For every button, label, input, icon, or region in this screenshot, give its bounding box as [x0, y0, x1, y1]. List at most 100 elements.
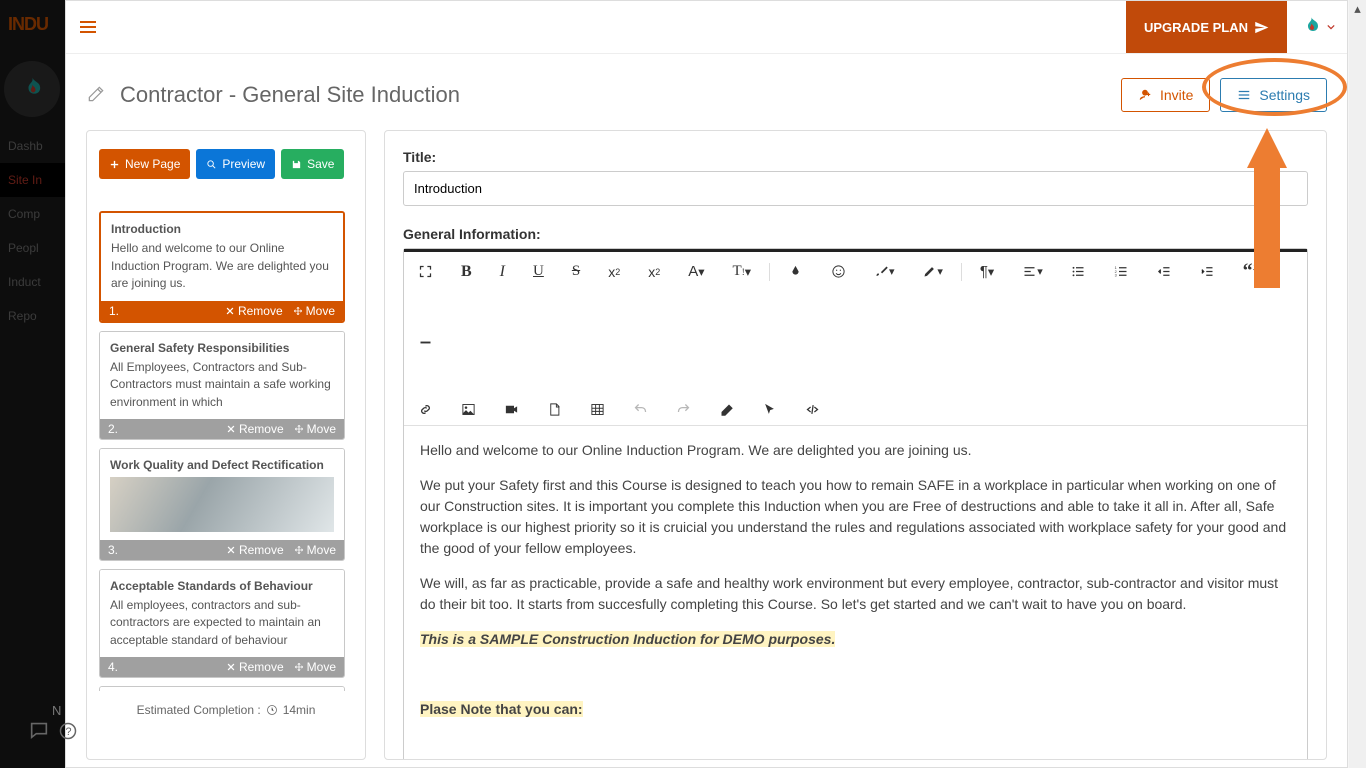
save-icon: [291, 159, 302, 170]
editor-panel: Title: General Information: B I U S x2 x…: [384, 130, 1327, 760]
page-card-title: Work Quality and Defect Rectification: [110, 457, 334, 474]
align-icon[interactable]: ▾: [1022, 264, 1042, 279]
undo-icon[interactable]: [633, 402, 648, 417]
page-card[interactable]: Work Quality and Defect Rectification 3.…: [99, 448, 345, 560]
editor-content[interactable]: Hello and welcome to our Online Inductio…: [404, 426, 1307, 760]
svg-text:3: 3: [1114, 274, 1116, 278]
topbar: UPGRADE PLAN: [66, 1, 1347, 54]
page-card-footer: 3. Remove Move: [100, 540, 344, 560]
chevron-down-icon: [1327, 23, 1335, 31]
subscript-icon[interactable]: x2: [608, 264, 620, 280]
save-button[interactable]: Save: [281, 149, 344, 179]
list-ol-icon[interactable]: 123: [1114, 264, 1129, 279]
general-info-label: General Information:: [403, 226, 1308, 242]
chat-button[interactable]: [28, 719, 50, 744]
close-icon: [226, 424, 236, 434]
pages-list[interactable]: IntroductionHello and welcome to our Onl…: [99, 211, 353, 691]
strikethrough-icon[interactable]: S: [572, 263, 580, 280]
close-icon: [226, 545, 236, 555]
page-card-footer: 2. Remove Move: [100, 419, 344, 439]
content-p3: We will, as far as practicable, provide …: [420, 573, 1291, 615]
italic-icon[interactable]: I: [500, 263, 505, 281]
redo-icon[interactable]: [676, 402, 691, 417]
help-button[interactable]: ?: [58, 721, 78, 744]
superscript-icon[interactable]: x2: [648, 264, 660, 280]
svg-text:?: ?: [66, 726, 72, 738]
page-card-excerpt: All employees, contractors and sub-contr…: [110, 598, 321, 647]
title-label: Title:: [403, 149, 1308, 165]
paragraph-icon[interactable]: ¶ ▾: [980, 263, 994, 280]
cursor-icon[interactable]: [762, 402, 777, 417]
settings-button[interactable]: Settings: [1220, 78, 1327, 112]
close-icon: [225, 306, 235, 316]
table-icon[interactable]: [590, 402, 605, 417]
video-icon[interactable]: [504, 402, 519, 417]
content-p1: Hello and welcome to our Online Inductio…: [420, 440, 1291, 461]
bold-icon[interactable]: B: [461, 263, 472, 281]
page-card-body: Acceptable Standards of BehaviourAll emp…: [100, 570, 344, 658]
hr-icon[interactable]: [418, 335, 433, 350]
upgrade-plan-button[interactable]: UPGRADE PLAN: [1126, 1, 1287, 53]
code-icon[interactable]: [805, 402, 820, 417]
company-menu[interactable]: [1287, 1, 1347, 53]
text-color-icon[interactable]: [788, 264, 803, 279]
remove-page-button[interactable]: Remove: [226, 422, 284, 436]
editor-toolbar: B I U S x2 x2 A ▾ T! ▾ ▾ ▾ ¶ ▾ ▾: [404, 252, 1307, 426]
page-card-thumb: [110, 477, 334, 532]
edit-title-icon[interactable]: [86, 84, 106, 107]
new-page-button[interactable]: New Page: [99, 149, 190, 179]
rich-text-editor: B I U S x2 x2 A ▾ T! ▾ ▾ ▾ ¶ ▾ ▾: [403, 248, 1308, 760]
font-family-icon[interactable]: A ▾: [688, 263, 704, 280]
upgrade-label: UPGRADE PLAN: [1144, 20, 1248, 35]
link-icon[interactable]: [418, 402, 433, 417]
move-page-button[interactable]: Move: [294, 422, 336, 436]
search-icon: [206, 159, 217, 170]
list-ul-icon[interactable]: [1071, 264, 1086, 279]
move-page-button[interactable]: Move: [294, 543, 336, 557]
page-card-body: Work Quality and Defect Rectification: [100, 449, 344, 539]
fullscreen-icon[interactable]: [418, 264, 433, 279]
pen-icon[interactable]: ▾: [922, 264, 942, 279]
page-card-body: General Safety ResponsibilitiesAll Emplo…: [100, 332, 344, 420]
new-page-label: New Page: [125, 157, 180, 171]
menu-toggle-button[interactable]: [80, 18, 96, 36]
file-icon[interactable]: [547, 402, 562, 417]
page-card[interactable]: Acceptable Standards of BehaviourAll emp…: [99, 569, 345, 679]
eraser-icon[interactable]: [719, 402, 734, 417]
page-card-excerpt: All Employees, Contractors and Sub-Contr…: [110, 360, 331, 409]
content-p2: We put your Safety first and this Course…: [420, 475, 1291, 559]
quote-icon[interactable]: “” ▾: [1243, 260, 1271, 283]
page-header: Contractor - General Site Induction Invi…: [66, 54, 1347, 130]
remove-page-button[interactable]: Remove: [225, 304, 283, 318]
invite-button[interactable]: Invite: [1121, 78, 1210, 112]
page-card-footer: 4. Remove Move: [100, 657, 344, 677]
move-page-button[interactable]: Move: [294, 660, 336, 674]
page-card[interactable]: IntroductionHello and welcome to our Onl…: [99, 211, 345, 323]
page-card-number: 2.: [108, 422, 118, 436]
page-card-number: 4.: [108, 660, 118, 674]
estimated-completion: Estimated Completion : 14min: [99, 691, 353, 717]
remove-page-button[interactable]: Remove: [226, 660, 284, 674]
emoji-icon[interactable]: [831, 264, 846, 279]
underline-icon[interactable]: U: [533, 263, 544, 280]
remove-page-button[interactable]: Remove: [226, 543, 284, 557]
invite-label: Invite: [1160, 87, 1193, 103]
move-icon: [294, 424, 304, 434]
content-p4: This is a SAMPLE Construction Induction …: [420, 631, 835, 647]
move-page-button[interactable]: Move: [293, 304, 335, 318]
image-icon[interactable]: [461, 402, 476, 417]
plus-icon: [109, 159, 120, 170]
paper-plane-icon: [1254, 20, 1269, 35]
main-panel: UPGRADE PLAN Contractor - General Site I…: [65, 0, 1348, 768]
page-card-excerpt: Hello and welcome to our Online Inductio…: [111, 241, 329, 290]
outdent-icon[interactable]: [1157, 264, 1172, 279]
preview-button[interactable]: Preview: [196, 149, 275, 179]
brush-icon[interactable]: ▾: [874, 264, 894, 279]
title-input[interactable]: [403, 171, 1308, 206]
pages-panel: New Page Preview Save IntroductionHello …: [86, 130, 366, 760]
page-card[interactable]: General Safety ResponsibilitiesAll Emplo…: [99, 331, 345, 441]
window-scrollbar[interactable]: ▴: [1349, 0, 1366, 768]
font-size-icon[interactable]: T! ▾: [733, 263, 751, 280]
indent-icon[interactable]: [1200, 264, 1215, 279]
page-card-body: IntroductionHello and welcome to our Onl…: [101, 213, 343, 301]
